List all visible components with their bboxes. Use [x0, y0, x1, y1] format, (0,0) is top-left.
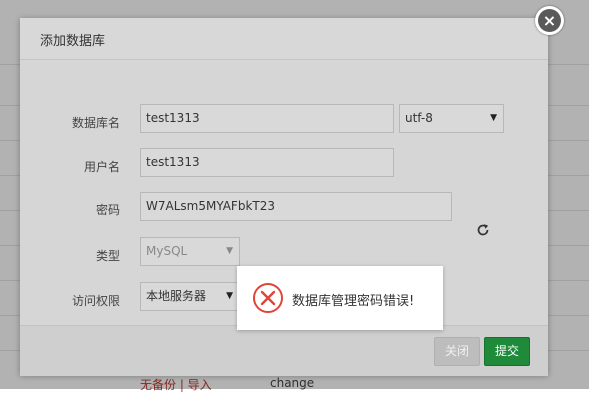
chevron-down-icon: ▼ [226, 291, 233, 301]
charset-select[interactable]: utf-8 ▼ [399, 104, 504, 133]
close-button[interactable]: 关闭 [434, 337, 480, 366]
password-label: 密码 [95, 203, 120, 217]
type-label: 类型 [95, 249, 120, 263]
type-select[interactable]: MySQL ▼ [140, 237, 240, 266]
dialog-close-button[interactable]: × [535, 6, 564, 35]
user-input[interactable]: test1313 [140, 148, 394, 177]
db-name-value: test1313 [146, 111, 200, 125]
submit-button[interactable]: 提交 [484, 337, 530, 366]
db-name-input[interactable]: test1313 [140, 104, 394, 133]
chevron-down-icon: ▼ [490, 113, 497, 123]
dialog-header: 添加数据库 [20, 18, 548, 60]
access-value: 本地服务器 [146, 289, 207, 303]
charset-value: utf-8 [405, 111, 433, 125]
user-label: 用户名 [83, 160, 120, 174]
type-value: MySQL [146, 244, 188, 258]
dialog-footer: 关闭 提交 [20, 325, 548, 376]
error-x-icon [253, 283, 283, 313]
user-value: test1313 [146, 155, 200, 169]
close-icon: × [538, 9, 561, 32]
refresh-icon[interactable] [476, 223, 490, 237]
error-toast: 数据库管理密码错误! [237, 266, 443, 330]
access-select[interactable]: 本地服务器 ▼ [140, 282, 240, 311]
password-value: W7ALsm5MYAFbkT23 [146, 199, 275, 213]
chevron-down-icon: ▼ [226, 246, 233, 256]
password-input[interactable]: W7ALsm5MYAFbkT23 [140, 192, 452, 221]
access-label: 访问权限 [71, 294, 120, 308]
dialog-title: 添加数据库 [40, 34, 106, 49]
db-name-label: 数据库名 [71, 116, 120, 130]
toast-message: 数据库管理密码错误! [292, 294, 415, 309]
